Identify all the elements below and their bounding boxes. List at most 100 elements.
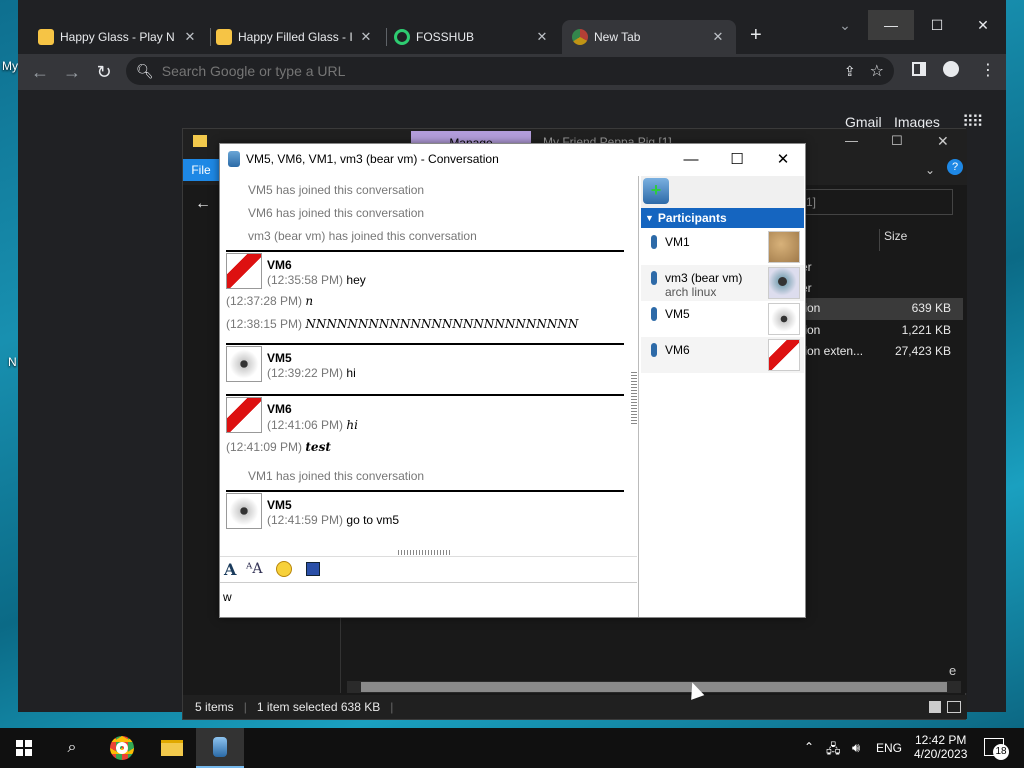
search-icon[interactable]: ⌕ [48, 728, 96, 768]
chrome-icon [110, 736, 134, 760]
new-tab-button[interactable]: + [750, 24, 762, 47]
language-indicator[interactable]: ENG [876, 741, 902, 755]
close-icon[interactable]: ✕ [534, 29, 550, 45]
system-message: VM1 has joined this conversation [248, 469, 425, 483]
compose-area[interactable] [220, 582, 637, 617]
side-panel-icon[interactable] [912, 62, 926, 76]
menu-dots-icon[interactable]: ⋮ [980, 60, 996, 80]
folder-icon [193, 135, 207, 147]
menu-file[interactable]: File [183, 159, 219, 181]
status-separator: | [390, 700, 394, 714]
minimize-button[interactable]: — [668, 144, 714, 174]
taskbar-pidgin[interactable] [196, 728, 244, 768]
volume-icon[interactable]: 🔊︎ [852, 740, 860, 756]
maximize-button[interactable]: ☐ [914, 10, 960, 40]
close-button[interactable]: ✕ [760, 144, 806, 174]
close-icon[interactable]: ✕ [182, 29, 198, 45]
file-row[interactable]: er [801, 260, 951, 274]
network-icon[interactable]: 🖧︎ [826, 740, 841, 762]
status-separator: | [243, 700, 247, 714]
desktop-icon-label: My [2, 59, 18, 73]
status-selection: 1 item selected 638 KB [256, 700, 381, 714]
conversation-window: VM5, VM6, VM1, vm3 (bear vm) - Conversat… [219, 143, 806, 618]
close-icon[interactable]: ✕ [710, 29, 726, 45]
reload-icon[interactable]: ↻ [92, 60, 116, 84]
tab-happy-filled-glass[interactable]: Happy Filled Glass - I ✕ [206, 20, 384, 54]
message-line: (12:41:09 PM) test [226, 440, 331, 454]
participants-header[interactable]: ▼ Participants [641, 208, 804, 228]
horizontal-scrollbar[interactable] [347, 681, 961, 693]
minimize-button[interactable]: — [868, 10, 914, 40]
clock[interactable]: 12:42 PM 4/20/2023 [914, 733, 967, 761]
sender-nick: VM6 [267, 258, 292, 272]
message-divider [226, 394, 624, 396]
tab-new-tab[interactable]: New Tab ✕ [562, 20, 736, 54]
scrollbar-thumb[interactable] [361, 682, 947, 692]
close-icon[interactable]: ✕ [358, 29, 374, 45]
notification-icon[interactable]: 18 [984, 738, 1009, 760]
explorer-statusbar: 5 items | 1 item selected 638 KB | [183, 695, 967, 719]
expand-ribbon-icon[interactable]: ⌄ [925, 163, 935, 177]
maximize-button[interactable]: ☐ [891, 133, 903, 149]
system-message: VM5 has joined this conversation [248, 183, 425, 197]
participant-vm3[interactable]: vm3 (bear vm) arch linux [641, 265, 804, 301]
tab-search-icon[interactable]: ⌄ [822, 10, 868, 40]
tiles-view-icon[interactable] [947, 701, 961, 713]
file-row[interactable]: tion 1,221 KB [801, 323, 951, 337]
omnibox[interactable]: 🔍︎ ⇪ ☆ [126, 57, 894, 85]
profile-icon[interactable] [943, 61, 959, 77]
maximize-button[interactable]: ☐ [714, 144, 760, 174]
minimize-button[interactable]: — [845, 133, 858, 148]
splitter-grip[interactable] [398, 550, 452, 555]
close-button[interactable]: ✕ [960, 10, 1006, 40]
expand-triangle-icon: ▼ [645, 213, 654, 223]
details-view-icon[interactable] [929, 701, 941, 713]
taskbar-chrome[interactable] [98, 728, 146, 768]
participant-vm1[interactable]: VM1 [641, 229, 804, 265]
buddy-icon [768, 339, 800, 371]
help-icon[interactable]: ? [947, 159, 963, 175]
pane-resize-grip[interactable] [631, 372, 637, 424]
user-icon [651, 307, 657, 321]
chat-log[interactable]: VM5 has joined this conversation VM6 has… [224, 176, 632, 548]
conversation-title: VM5, VM6, VM1, vm3 (bear vm) - Conversat… [246, 152, 499, 166]
system-message: VM6 has joined this conversation [248, 206, 425, 220]
tray-overflow-icon[interactable]: ⌃ [804, 740, 814, 754]
close-button[interactable]: ✕ [937, 133, 949, 150]
status-item-count: 5 items [195, 700, 234, 714]
user-icon [651, 271, 657, 285]
start-button[interactable] [0, 728, 48, 768]
save-icon[interactable] [306, 562, 320, 576]
omnibox-input[interactable] [161, 63, 762, 79]
smiley-icon[interactable] [276, 561, 292, 577]
user-icon [651, 235, 657, 249]
message-line: (12:37:28 PM) n [226, 294, 314, 308]
invite-icon[interactable]: + [643, 178, 669, 204]
buddy-icon [768, 303, 800, 335]
file-row-selected[interactable]: tion 639 KB [793, 298, 963, 320]
back-icon[interactable]: ← [195, 195, 211, 213]
column-size[interactable]: Size [879, 229, 907, 251]
forward-icon[interactable]: → [60, 60, 84, 84]
participant-vm6[interactable]: VM6 [641, 337, 804, 373]
partial-button[interactable]: e [949, 663, 956, 678]
taskbar-explorer[interactable] [148, 728, 196, 768]
font-size-icon[interactable]: ᴬA [246, 561, 262, 577]
avatar [226, 346, 262, 382]
message-line: (12:38:15 PM) NNNNNNNNNNNNNNNNNNNNNNNNNN [226, 317, 579, 331]
tab-fosshub[interactable]: FOSSHUB ✕ [384, 20, 560, 54]
search-input[interactable]: 1] [801, 189, 953, 215]
desktop-icon-label: N [8, 355, 17, 369]
share-icon[interactable]: ⇪ [844, 63, 856, 80]
font-icon[interactable]: A [224, 560, 236, 579]
tab-happy-glass[interactable]: Happy Glass - Play N ✕ [28, 20, 208, 54]
participant-vm5[interactable]: VM5 [641, 301, 804, 337]
back-icon[interactable]: ← [28, 60, 52, 84]
file-row[interactable]: er [801, 281, 951, 295]
bookmark-star-icon[interactable]: ☆ [870, 61, 884, 81]
compose-input[interactable] [223, 590, 623, 604]
tab-title: FOSSHUB [416, 30, 475, 44]
sender-nick: VM5 [267, 351, 292, 365]
taskbar: ⌕ ⌃ 🖧︎ 🔊︎ ENG 12:42 PM 4/20/2023 18 [0, 728, 1024, 768]
file-row[interactable]: tion exten... 27,423 KB [801, 344, 951, 358]
